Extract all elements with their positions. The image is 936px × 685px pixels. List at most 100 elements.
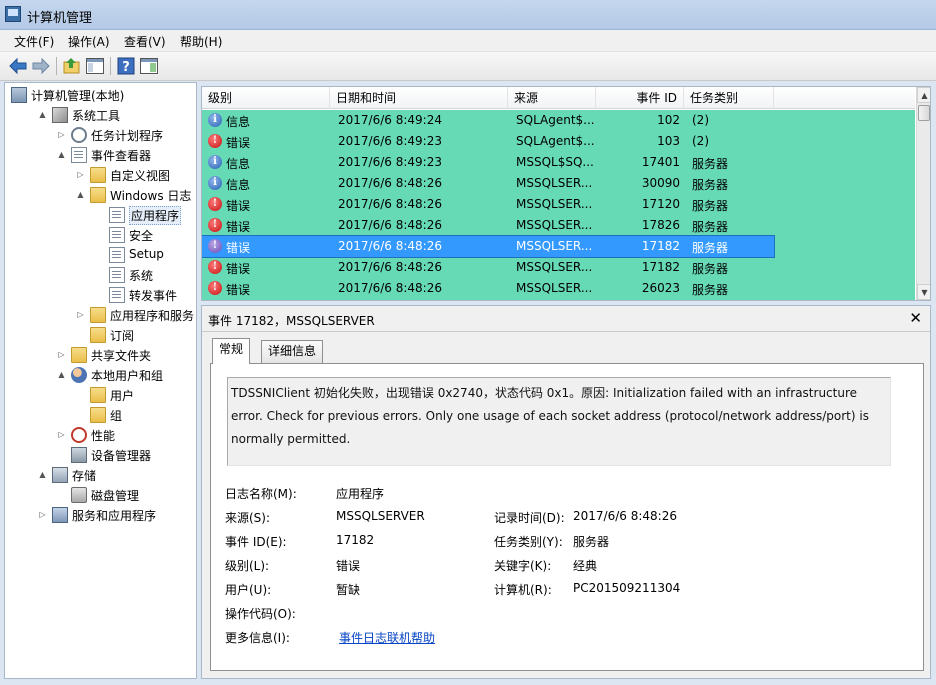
table-row[interactable]: ! 错误 2017/6/6 8:48:26 MSSQLSER... 26023 服务器 — [202, 278, 915, 299]
scroll-down-icon[interactable]: ▼ — [917, 284, 930, 300]
menu-view[interactable]: 查看(V) — [124, 33, 166, 50]
event-list-header: 级别 日期和时间 来源 事件 ID 任务类别 — [202, 87, 915, 109]
column-event-id[interactable]: 事件 ID — [596, 87, 684, 109]
tree-node[interactable]: 计算机管理(本地) — [5, 85, 196, 105]
tree-node[interactable]: 安全 — [5, 225, 196, 245]
up-folder-icon[interactable] — [62, 56, 82, 76]
table-row[interactable]: i 信息 2017/6/6 8:49:24 SQLAgent$... 102 (2) — [202, 110, 915, 131]
tree-node[interactable]: Setup — [5, 245, 196, 265]
cell-date: 2017/6/6 8:49:24 — [338, 113, 442, 127]
help-icon[interactable]: ? — [116, 56, 136, 76]
expand-icon[interactable]: ▷ — [38, 510, 47, 519]
error-icon: ! — [208, 260, 222, 274]
tree-node[interactable]: ▲ 事件查看器 — [5, 145, 196, 165]
menu-file[interactable]: 文件(F) — [14, 33, 54, 50]
show-hide-action-pane-icon[interactable] — [139, 56, 159, 76]
tree-node-label: 组 — [110, 409, 123, 423]
log-icon — [109, 227, 125, 243]
cell-date: 2017/6/6 8:48:26 — [338, 176, 442, 190]
level-value: 错误 — [336, 559, 361, 573]
tab-general[interactable]: 常规 — [212, 338, 251, 364]
task-category-value: 服务器 — [573, 535, 610, 549]
tree-node[interactable]: ▷ 应用程序和服务日志 — [5, 305, 196, 325]
table-row[interactable]: ! 错误 2017/6/6 8:48:26 MSSQLSER... 17826 服务器 — [202, 215, 915, 236]
table-row[interactable]: ! 错误 2017/6/6 8:48:26 MSSQLSER... 17182 服务器 — [202, 235, 775, 258]
error-icon: ! — [208, 218, 222, 232]
collapse-icon[interactable]: ▲ — [57, 370, 66, 379]
menu-help[interactable]: 帮助(H) — [180, 33, 222, 50]
tree-node-label: Setup — [129, 247, 164, 261]
cell-source: SQLAgent$... — [516, 134, 595, 148]
cell-level: 错误 — [226, 241, 251, 255]
services-icon — [52, 507, 68, 523]
table-row[interactable]: i 信息 2017/6/6 8:49:23 MSSQL$SQ... 17401 服务器 — [202, 152, 915, 173]
tree-node[interactable]: 系统 — [5, 265, 196, 285]
event-detail-panel: 事件 17182，MSSQLSERVER ✕ 常规 详细信息 TDSSNICli… — [201, 305, 931, 679]
detail-header: 事件 17182，MSSQLSERVER ✕ — [202, 306, 930, 332]
cell-event-id: 103 — [657, 134, 680, 148]
tree-node[interactable]: ▷ 服务和应用程序 — [5, 505, 196, 525]
column-level[interactable]: 级别 — [202, 87, 330, 109]
scroll-thumb[interactable] — [918, 105, 930, 121]
table-row[interactable]: ! 错误 2017/6/6 8:48:26 MSSQLSER... 17120 服务器 — [202, 194, 915, 215]
tree-node[interactable]: 组 — [5, 405, 196, 425]
column-date-time[interactable]: 日期和时间 — [330, 87, 508, 109]
tree-node[interactable]: 用户 — [5, 385, 196, 405]
info-icon: i — [208, 113, 222, 127]
tree-node[interactable]: ▲ 系统工具 — [5, 105, 196, 125]
expand-icon[interactable]: ▷ — [57, 430, 66, 439]
event-viewer-icon — [71, 147, 87, 163]
table-row[interactable]: ! 错误 2017/6/6 8:48:26 MSSQLSER... 17182 服务器 — [202, 257, 915, 278]
collapse-icon[interactable]: ▲ — [38, 110, 47, 119]
log-icon — [109, 287, 125, 303]
close-icon[interactable]: ✕ — [909, 309, 922, 327]
tab-details[interactable]: 详细信息 — [261, 340, 324, 363]
column-source[interactable]: 来源 — [508, 87, 596, 109]
tree-node[interactable]: 订阅 — [5, 325, 196, 345]
expand-icon[interactable]: ▷ — [76, 170, 85, 179]
show-hide-tree-icon[interactable] — [85, 56, 105, 76]
tree-node[interactable]: ▲ 存储 — [5, 465, 196, 485]
back-arrow-icon[interactable] — [8, 56, 28, 76]
user-value: 暂缺 — [336, 583, 361, 597]
event-list-scrollbar[interactable]: ▲ ▼ — [916, 87, 930, 300]
computer-label: 计算机(R): — [494, 583, 552, 597]
opcode-label: 操作代码(O): — [225, 607, 296, 621]
column-task-category[interactable]: 任务类别 — [684, 87, 774, 109]
cell-source: SQLAgent$... — [516, 113, 595, 127]
tree-node[interactable]: 磁盘管理 — [5, 485, 196, 505]
table-row[interactable]: ! 错误 2017/6/6 8:49:23 SQLAgent$... 103 (2) — [202, 131, 915, 152]
tree-node[interactable]: 转发事件 — [5, 285, 196, 305]
clock-icon — [71, 127, 87, 143]
collapse-icon[interactable]: ▲ — [57, 150, 66, 159]
tree-node[interactable]: ▷ 任务计划程序 — [5, 125, 196, 145]
menu-action[interactable]: 操作(A) — [68, 33, 110, 50]
tree-node[interactable]: ▷ 共享文件夹 — [5, 345, 196, 365]
forward-arrow-icon[interactable] — [31, 56, 51, 76]
tree-node[interactable]: ▲ Windows 日志 — [5, 185, 196, 205]
expand-icon[interactable]: ▷ — [57, 350, 66, 359]
event-log-online-help-link[interactable]: 事件日志联机帮助 — [339, 629, 435, 646]
scroll-up-icon[interactable]: ▲ — [917, 87, 930, 103]
tree-node-label: Windows 日志 — [110, 189, 192, 203]
collapse-icon[interactable]: ▲ — [76, 190, 85, 199]
cell-category: 服务器 — [692, 283, 729, 297]
cell-source: MSSQLSER... — [516, 176, 593, 190]
expand-icon[interactable]: ▷ — [57, 130, 66, 139]
cell-level: 错误 — [226, 136, 251, 150]
tree-node[interactable]: 应用程序 — [5, 205, 196, 225]
cell-source: MSSQLSER... — [516, 239, 593, 253]
tree-node[interactable]: ▷ 性能 — [5, 425, 196, 445]
table-row[interactable]: i 信息 2017/6/6 8:48:26 MSSQLSER... 30090 服务器 — [202, 173, 915, 194]
tree-node[interactable]: ▲ 本地用户和组 — [5, 365, 196, 385]
cell-category: 服务器 — [692, 241, 729, 255]
folder-icon — [90, 387, 106, 403]
tree-node[interactable]: ▷ 自定义视图 — [5, 165, 196, 185]
title-bar: 计算机管理 — [0, 0, 936, 30]
collapse-icon[interactable]: ▲ — [38, 470, 47, 479]
tree-node[interactable]: 设备管理器 — [5, 445, 196, 465]
log-icon — [109, 247, 125, 263]
cell-date: 2017/6/6 8:48:26 — [338, 218, 442, 232]
event-id-value: 17182 — [336, 533, 375, 547]
expand-icon[interactable]: ▷ — [76, 310, 85, 319]
